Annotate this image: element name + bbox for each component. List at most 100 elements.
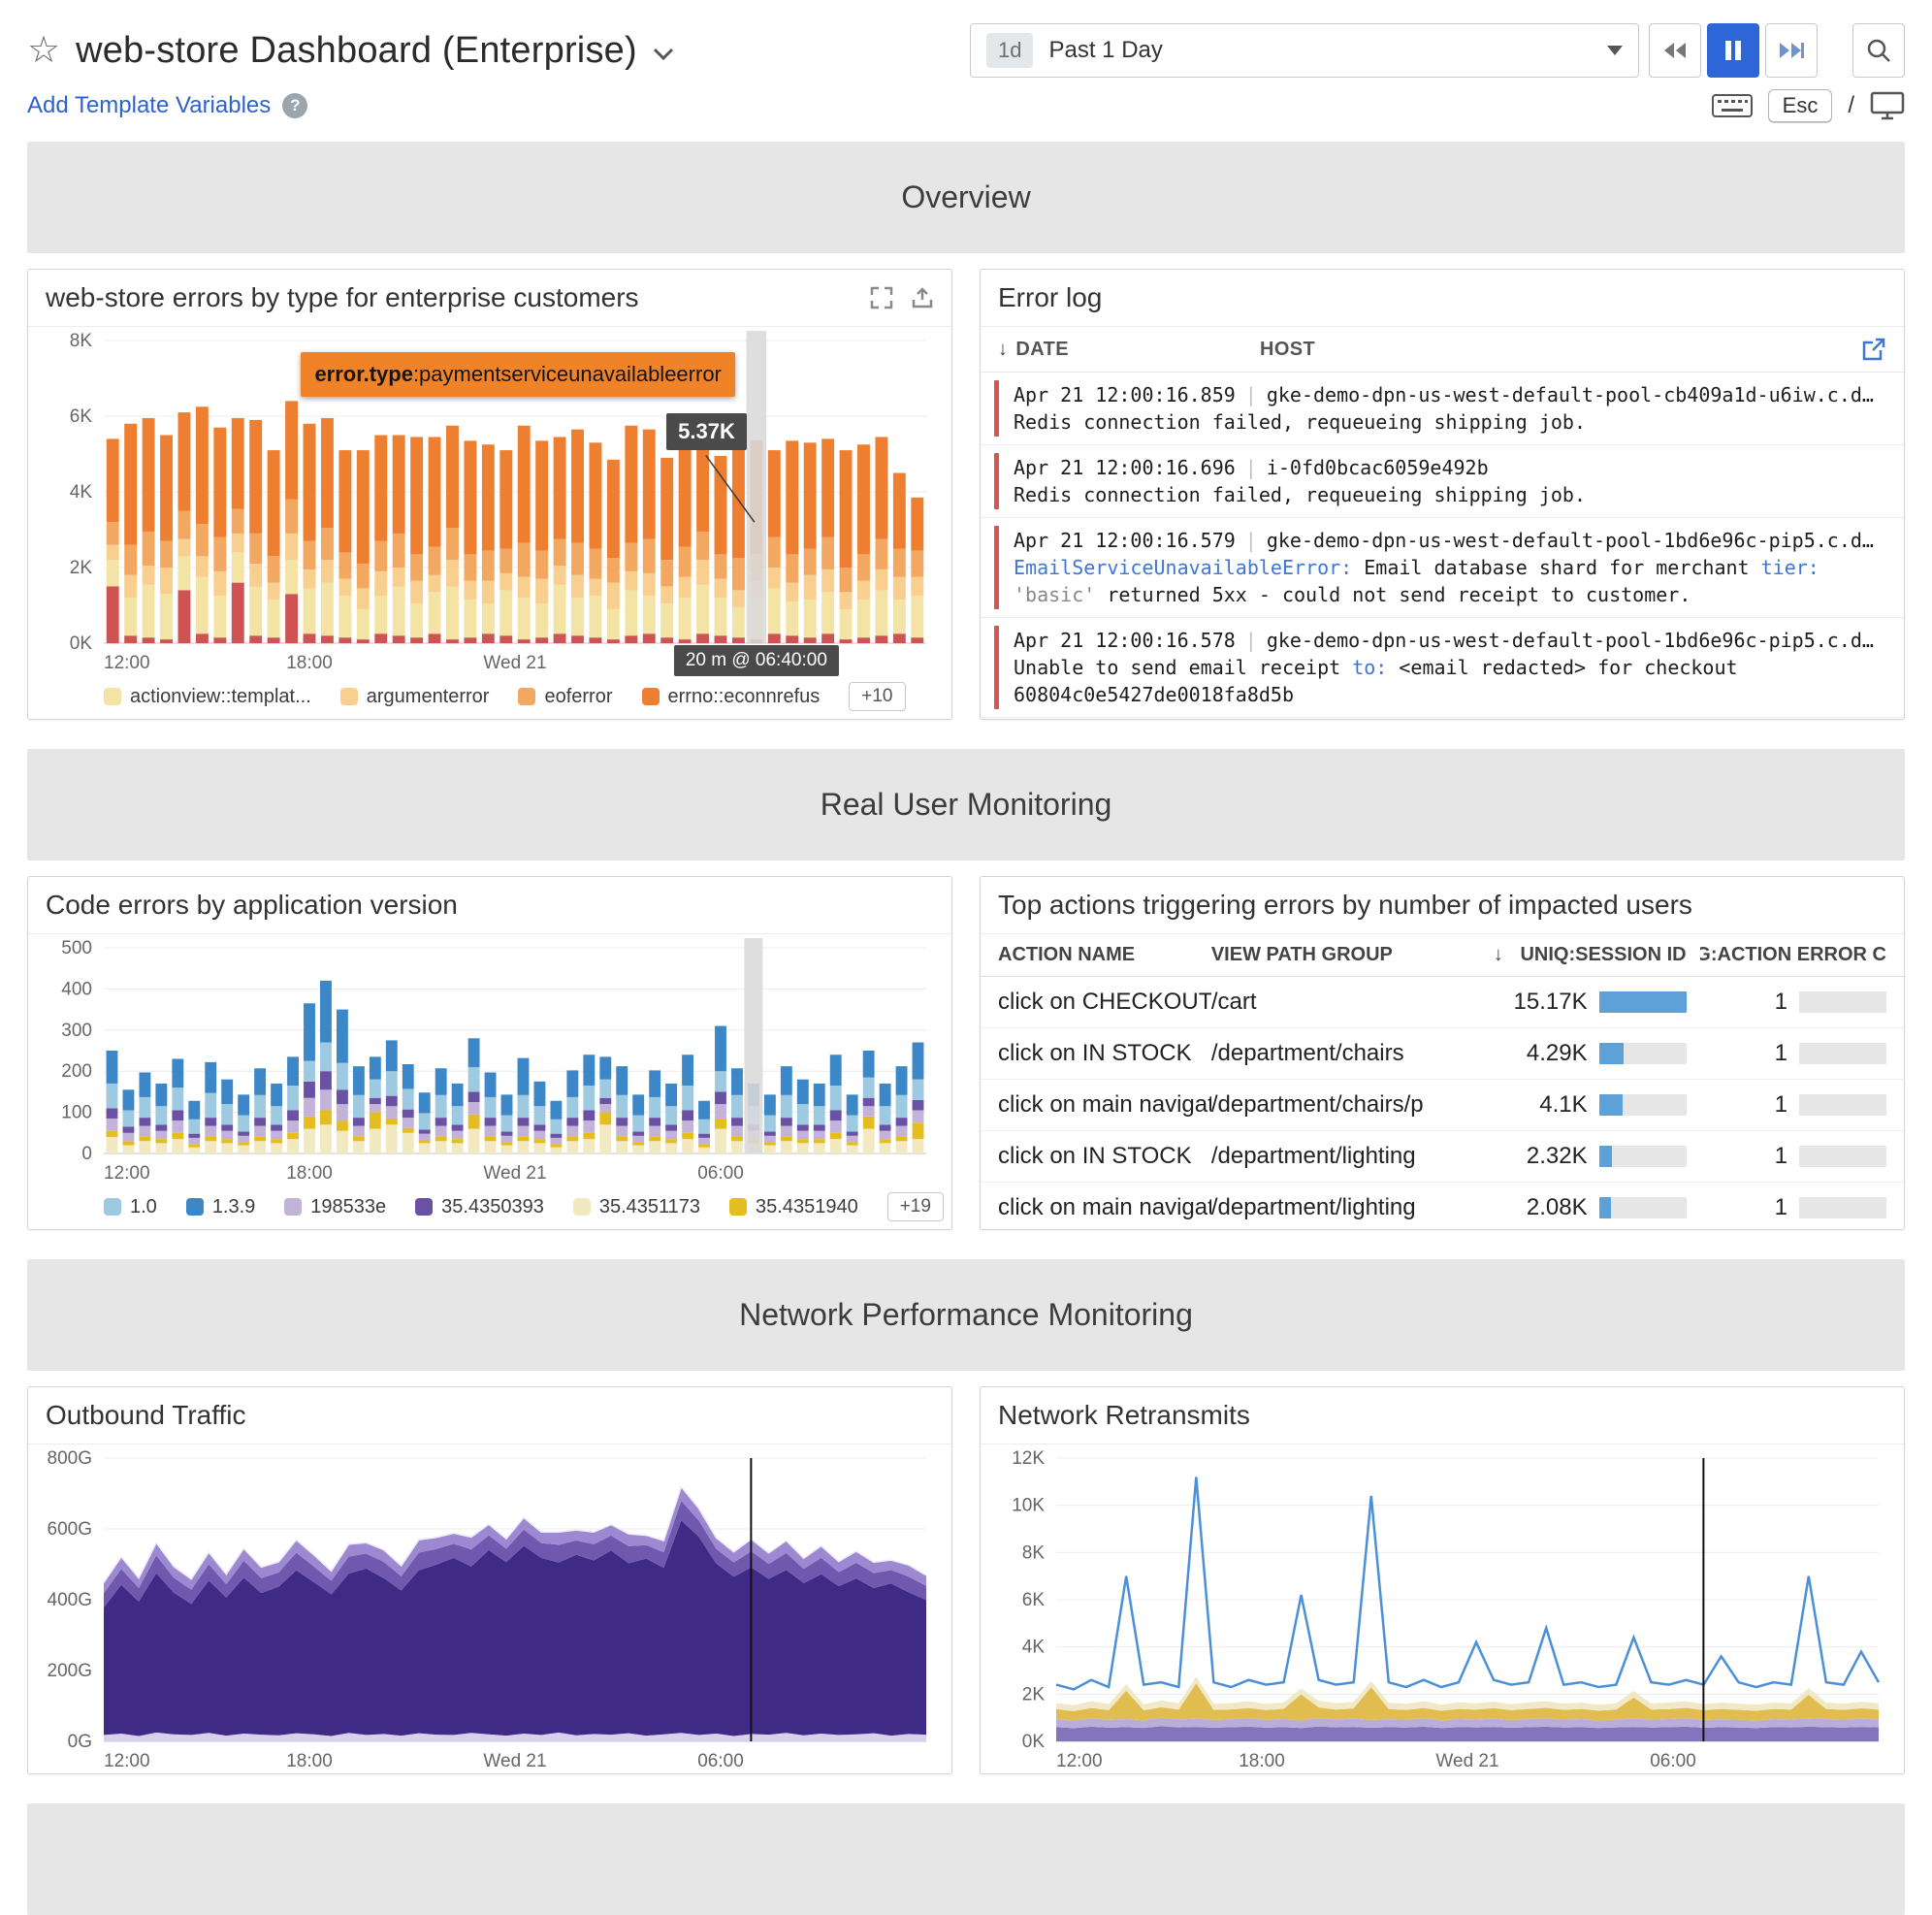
help-icon[interactable]: ? [282, 93, 307, 118]
avg-error-value: 1 [1775, 989, 1787, 1016]
code-errors-legend: 1.0 1.3.9 198533e 35.4350393 35.4351173 35.43… [28, 1186, 951, 1230]
svg-text:0: 0 [81, 1144, 92, 1164]
column-header[interactable]: VIEW PATH GROUP [1211, 944, 1442, 966]
chevron-down-icon[interactable] [653, 48, 674, 61]
svg-text:10K: 10K [1012, 1496, 1045, 1516]
legend-item[interactable]: 35.4351173 [573, 1196, 700, 1218]
svg-text:0G: 0G [68, 1732, 92, 1752]
legend-item[interactable]: eoferror [518, 686, 612, 708]
legend-swatch [104, 688, 121, 705]
time-range-select[interactable]: 1d Past 1 Day [970, 23, 1639, 78]
log-entry[interactable]: Apr 21 12:00:16.859|gke-demo-dpn-us-west… [981, 373, 1904, 445]
legend-label: 198533e [310, 1196, 386, 1218]
sessions-bar [1599, 1043, 1687, 1064]
rewind-icon [1662, 41, 1688, 60]
view-path: /department/lighting [1211, 1143, 1442, 1170]
errors-by-type-chart[interactable]: 0K2K4K6K8K12:0018:00Wed 21 error.type:pa… [28, 327, 951, 676]
outbound-traffic-chart[interactable]: 0G200G400G600G800G12:0018:00Wed 2106:00 [28, 1444, 951, 1774]
log-entry[interactable]: Apr 21 12:00:16.372|i-0e07142ed2c7a4996 [981, 718, 1904, 720]
slash-key-hint: / [1848, 92, 1854, 119]
legend-item[interactable]: 1.0 [104, 1196, 157, 1218]
hover-value-badge: 5.37K [666, 413, 747, 450]
errors-legend: actionview::templat... argumenterror eofer… [28, 676, 951, 720]
panel-title: web-store errors by type for enterprise … [46, 282, 639, 313]
legend-overflow-badge[interactable]: +10 [849, 682, 905, 711]
log-entry[interactable]: Apr 21 12:00:16.696|i-0fd0bcac6059e492bR… [981, 445, 1904, 518]
panel-network-retransmits: Network Retransmits 0K2K4K6K8K10K12K12:0… [980, 1386, 1905, 1774]
legend-swatch [186, 1198, 204, 1216]
table-row[interactable]: click on IN STOCK/department/lighting2.3… [981, 1131, 1904, 1183]
fullscreen-monitor-icon[interactable] [1870, 91, 1905, 120]
action-name: click on IN STOCK [998, 1143, 1211, 1170]
sort-desc-icon[interactable]: ↓ [998, 339, 1008, 361]
caret-down-icon [1607, 46, 1623, 55]
fast-forward-icon [1778, 41, 1805, 60]
svg-text:600G: 600G [48, 1519, 92, 1540]
sessions-value: 15.17K [1514, 989, 1588, 1016]
sessions-value: 2.08K [1527, 1194, 1588, 1221]
column-header[interactable]: ↓ UNIQ:SESSION ID [1442, 944, 1700, 966]
table-row[interactable]: click on CHECKOUT/cart15.17K1 [981, 977, 1904, 1028]
dashboard-page: ☆ web-store Dashboard (Enterprise) 1d Pa… [0, 0, 1932, 1915]
hover-label-key: error.type [314, 362, 413, 386]
time-range-chip: 1d [986, 33, 1033, 68]
fast-forward-button[interactable] [1765, 23, 1818, 78]
log-host: i-0fd0bcac6059e492b [1267, 454, 1886, 481]
panel-title: Top actions triggering errors by number … [998, 890, 1692, 921]
rewind-button[interactable] [1649, 23, 1701, 78]
svg-text:300: 300 [61, 1021, 92, 1041]
log-entry[interactable]: Apr 21 12:00:16.578|gke-demo-dpn-us-west… [981, 618, 1904, 718]
log-separator: | [1236, 627, 1267, 654]
avg-error-bar [1799, 1043, 1886, 1064]
table-row[interactable]: click on IN STOCK/department/chairs4.29K… [981, 1028, 1904, 1080]
svg-text:06:00: 06:00 [697, 1751, 744, 1771]
pause-button[interactable] [1707, 23, 1759, 78]
table-row[interactable]: click on main navigati/department/chairs… [981, 1080, 1904, 1131]
table-row[interactable]: click on main navigati/department/lighti… [981, 1183, 1904, 1230]
section-title: Overview [901, 179, 1030, 215]
svg-text:200: 200 [61, 1061, 92, 1082]
svg-text:8K: 8K [1022, 1542, 1046, 1563]
favorite-star-icon[interactable]: ☆ [27, 32, 60, 69]
legend-label: 1.3.9 [212, 1196, 255, 1218]
expand-icon[interactable] [870, 286, 893, 309]
panel-title: Outbound Traffic [46, 1400, 246, 1431]
column-header[interactable]: AVG:ACTION ERROR C [1700, 944, 1886, 966]
legend-item[interactable]: argumenterror [340, 686, 490, 708]
code-errors-chart[interactable]: 010020030040050012:0018:00Wed 2106:00 [28, 934, 951, 1186]
network-retransmits-chart[interactable]: 0K2K4K6K8K10K12K12:0018:00Wed 2106:00 [981, 1444, 1904, 1774]
column-date[interactable]: DATE [1015, 339, 1069, 361]
sub-bar: Add Template Variables ? Esc / [27, 81, 1905, 142]
column-header[interactable]: ACTION NAME [998, 944, 1211, 966]
action-name: click on IN STOCK [998, 1040, 1211, 1067]
legend-overflow-badge[interactable]: +19 [887, 1192, 944, 1221]
section-header-next-cropped [27, 1803, 1905, 1915]
svg-text:12:00: 12:00 [104, 1751, 150, 1771]
legend-item[interactable]: 198533e [284, 1196, 386, 1218]
svg-text:Wed 21: Wed 21 [483, 1751, 546, 1771]
code_errors-canvas: 010020030040050012:0018:00Wed 2106:00 [28, 934, 951, 1186]
search-button[interactable] [1852, 23, 1905, 78]
svg-text:6K: 6K [70, 406, 93, 427]
legend-item[interactable]: errno::econnrefus [642, 686, 821, 708]
legend-item[interactable]: 35.4350393 [415, 1196, 544, 1218]
add-template-variables-link[interactable]: Add Template Variables [27, 92, 271, 119]
section-header-rum: Real User Monitoring [27, 749, 1905, 860]
legend-item[interactable]: actionview::templat... [104, 686, 311, 708]
log-message: EmailServiceUnavailableError: Email data… [1014, 554, 1886, 608]
log-date: Apr 21 12:00:16.859 [1014, 381, 1236, 408]
panel-errors-by-type: web-store errors by type for enterprise … [27, 269, 952, 720]
log-entry[interactable]: Apr 21 12:00:16.579|gke-demo-dpn-us-west… [981, 518, 1904, 618]
export-icon[interactable] [911, 286, 934, 309]
external-link-icon[interactable] [1861, 337, 1886, 362]
svg-text:400: 400 [61, 979, 92, 999]
svg-text:2K: 2K [70, 558, 93, 578]
panel-outbound-traffic: Outbound Traffic 0G200G400G600G800G12:00… [27, 1386, 952, 1774]
column-host[interactable]: HOST [1260, 339, 1861, 361]
legend-item[interactable]: 1.3.9 [186, 1196, 255, 1218]
avg-error-bar [1799, 1197, 1886, 1218]
keyboard-icon[interactable] [1712, 92, 1753, 119]
log-date: Apr 21 12:00:16.579 [1014, 527, 1236, 554]
view-path: /department/chairs/p [1211, 1091, 1442, 1119]
legend-item[interactable]: 35.4351940 [729, 1196, 858, 1218]
